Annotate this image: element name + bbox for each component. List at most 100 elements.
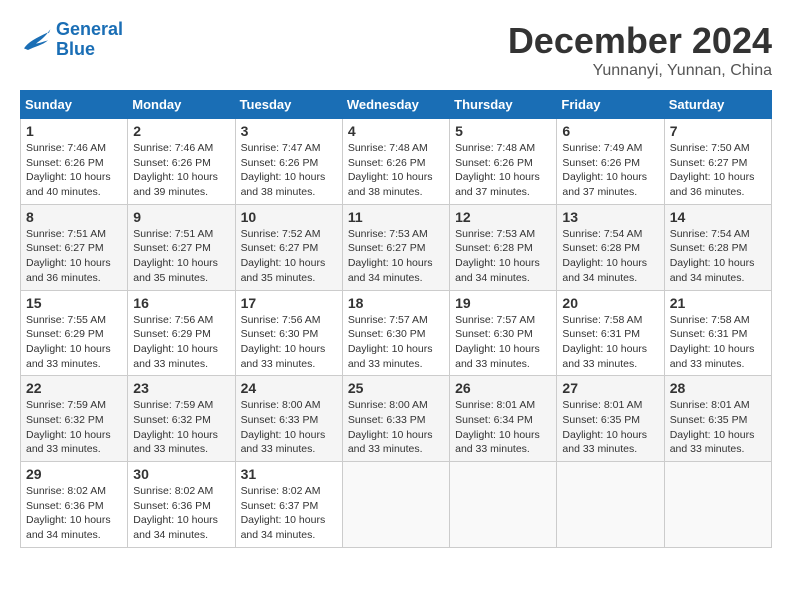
day-number: 1 <box>26 123 122 139</box>
month-title: December 2024 <box>508 20 772 62</box>
day-number: 31 <box>241 466 337 482</box>
day-info: Sunrise: 7:54 AM Sunset: 6:28 PM Dayligh… <box>670 227 766 286</box>
day-info: Sunrise: 7:56 AM Sunset: 6:29 PM Dayligh… <box>133 313 229 372</box>
day-number: 6 <box>562 123 658 139</box>
day-info: Sunrise: 7:48 AM Sunset: 6:26 PM Dayligh… <box>455 141 551 200</box>
calendar-cell: 9 Sunrise: 7:51 AM Sunset: 6:27 PM Dayli… <box>128 204 235 290</box>
day-number: 13 <box>562 209 658 225</box>
title-section: December 2024 Yunnanyi, Yunnan, China <box>508 20 772 80</box>
logo-general: General <box>56 19 123 39</box>
calendar-cell: 17 Sunrise: 7:56 AM Sunset: 6:30 PM Dayl… <box>235 290 342 376</box>
calendar-cell: 8 Sunrise: 7:51 AM Sunset: 6:27 PM Dayli… <box>21 204 128 290</box>
calendar-cell: 2 Sunrise: 7:46 AM Sunset: 6:26 PM Dayli… <box>128 119 235 205</box>
day-number: 19 <box>455 295 551 311</box>
day-info: Sunrise: 8:01 AM Sunset: 6:34 PM Dayligh… <box>455 398 551 457</box>
calendar-cell: 18 Sunrise: 7:57 AM Sunset: 6:30 PM Dayl… <box>342 290 449 376</box>
calendar-cell: 16 Sunrise: 7:56 AM Sunset: 6:29 PM Dayl… <box>128 290 235 376</box>
calendar-cell: 1 Sunrise: 7:46 AM Sunset: 6:26 PM Dayli… <box>21 119 128 205</box>
day-number: 29 <box>26 466 122 482</box>
calendar-cell: 15 Sunrise: 7:55 AM Sunset: 6:29 PM Dayl… <box>21 290 128 376</box>
calendar-cell: 11 Sunrise: 7:53 AM Sunset: 6:27 PM Dayl… <box>342 204 449 290</box>
calendar-cell: 4 Sunrise: 7:48 AM Sunset: 6:26 PM Dayli… <box>342 119 449 205</box>
day-number: 9 <box>133 209 229 225</box>
calendar-cell: 5 Sunrise: 7:48 AM Sunset: 6:26 PM Dayli… <box>450 119 557 205</box>
day-header-friday: Friday <box>557 91 664 119</box>
calendar-cell <box>557 462 664 548</box>
day-info: Sunrise: 7:57 AM Sunset: 6:30 PM Dayligh… <box>455 313 551 372</box>
calendar-cell: 27 Sunrise: 8:01 AM Sunset: 6:35 PM Dayl… <box>557 376 664 462</box>
day-number: 23 <box>133 380 229 396</box>
day-number: 15 <box>26 295 122 311</box>
calendar-cell: 3 Sunrise: 7:47 AM Sunset: 6:26 PM Dayli… <box>235 119 342 205</box>
day-info: Sunrise: 7:47 AM Sunset: 6:26 PM Dayligh… <box>241 141 337 200</box>
day-number: 27 <box>562 380 658 396</box>
day-info: Sunrise: 8:02 AM Sunset: 6:36 PM Dayligh… <box>133 484 229 543</box>
day-number: 10 <box>241 209 337 225</box>
day-header-wednesday: Wednesday <box>342 91 449 119</box>
calendar-cell: 19 Sunrise: 7:57 AM Sunset: 6:30 PM Dayl… <box>450 290 557 376</box>
day-number: 22 <box>26 380 122 396</box>
logo: General Blue <box>20 20 123 60</box>
calendar-cell: 23 Sunrise: 7:59 AM Sunset: 6:32 PM Dayl… <box>128 376 235 462</box>
day-number: 30 <box>133 466 229 482</box>
logo-blue: Blue <box>56 39 95 59</box>
calendar-cell <box>664 462 771 548</box>
calendar-cell <box>450 462 557 548</box>
day-header-thursday: Thursday <box>450 91 557 119</box>
day-info: Sunrise: 7:55 AM Sunset: 6:29 PM Dayligh… <box>26 313 122 372</box>
day-number: 26 <box>455 380 551 396</box>
day-info: Sunrise: 8:02 AM Sunset: 6:36 PM Dayligh… <box>26 484 122 543</box>
day-info: Sunrise: 7:46 AM Sunset: 6:26 PM Dayligh… <box>133 141 229 200</box>
day-number: 28 <box>670 380 766 396</box>
day-info: Sunrise: 8:02 AM Sunset: 6:37 PM Dayligh… <box>241 484 337 543</box>
day-info: Sunrise: 8:00 AM Sunset: 6:33 PM Dayligh… <box>348 398 444 457</box>
day-header-saturday: Saturday <box>664 91 771 119</box>
calendar-cell: 12 Sunrise: 7:53 AM Sunset: 6:28 PM Dayl… <box>450 204 557 290</box>
day-header-sunday: Sunday <box>21 91 128 119</box>
calendar-cell: 10 Sunrise: 7:52 AM Sunset: 6:27 PM Dayl… <box>235 204 342 290</box>
day-number: 25 <box>348 380 444 396</box>
day-number: 8 <box>26 209 122 225</box>
day-number: 24 <box>241 380 337 396</box>
calendar-cell: 30 Sunrise: 8:02 AM Sunset: 6:36 PM Dayl… <box>128 462 235 548</box>
day-number: 17 <box>241 295 337 311</box>
calendar-cell: 26 Sunrise: 8:01 AM Sunset: 6:34 PM Dayl… <box>450 376 557 462</box>
day-number: 2 <box>133 123 229 139</box>
calendar-cell: 14 Sunrise: 7:54 AM Sunset: 6:28 PM Dayl… <box>664 204 771 290</box>
calendar-cell: 20 Sunrise: 7:58 AM Sunset: 6:31 PM Dayl… <box>557 290 664 376</box>
calendar-cell: 21 Sunrise: 7:58 AM Sunset: 6:31 PM Dayl… <box>664 290 771 376</box>
day-info: Sunrise: 7:53 AM Sunset: 6:27 PM Dayligh… <box>348 227 444 286</box>
calendar-cell <box>342 462 449 548</box>
day-info: Sunrise: 7:51 AM Sunset: 6:27 PM Dayligh… <box>26 227 122 286</box>
day-info: Sunrise: 7:52 AM Sunset: 6:27 PM Dayligh… <box>241 227 337 286</box>
day-info: Sunrise: 7:57 AM Sunset: 6:30 PM Dayligh… <box>348 313 444 372</box>
day-number: 20 <box>562 295 658 311</box>
day-info: Sunrise: 7:59 AM Sunset: 6:32 PM Dayligh… <box>26 398 122 457</box>
calendar-cell: 24 Sunrise: 8:00 AM Sunset: 6:33 PM Dayl… <box>235 376 342 462</box>
day-number: 4 <box>348 123 444 139</box>
day-header-tuesday: Tuesday <box>235 91 342 119</box>
day-info: Sunrise: 7:53 AM Sunset: 6:28 PM Dayligh… <box>455 227 551 286</box>
day-info: Sunrise: 7:54 AM Sunset: 6:28 PM Dayligh… <box>562 227 658 286</box>
calendar-cell: 25 Sunrise: 8:00 AM Sunset: 6:33 PM Dayl… <box>342 376 449 462</box>
day-number: 21 <box>670 295 766 311</box>
calendar-cell: 29 Sunrise: 8:02 AM Sunset: 6:36 PM Dayl… <box>21 462 128 548</box>
calendar-cell: 7 Sunrise: 7:50 AM Sunset: 6:27 PM Dayli… <box>664 119 771 205</box>
logo-icon <box>20 26 52 54</box>
calendar-table: SundayMondayTuesdayWednesdayThursdayFrid… <box>20 90 772 548</box>
day-info: Sunrise: 8:01 AM Sunset: 6:35 PM Dayligh… <box>562 398 658 457</box>
day-info: Sunrise: 7:49 AM Sunset: 6:26 PM Dayligh… <box>562 141 658 200</box>
calendar-cell: 28 Sunrise: 8:01 AM Sunset: 6:35 PM Dayl… <box>664 376 771 462</box>
day-number: 18 <box>348 295 444 311</box>
location: Yunnanyi, Yunnan, China <box>508 62 772 80</box>
day-info: Sunrise: 7:48 AM Sunset: 6:26 PM Dayligh… <box>348 141 444 200</box>
day-info: Sunrise: 7:50 AM Sunset: 6:27 PM Dayligh… <box>670 141 766 200</box>
day-number: 7 <box>670 123 766 139</box>
day-info: Sunrise: 7:58 AM Sunset: 6:31 PM Dayligh… <box>670 313 766 372</box>
day-number: 11 <box>348 209 444 225</box>
day-info: Sunrise: 7:58 AM Sunset: 6:31 PM Dayligh… <box>562 313 658 372</box>
calendar-cell: 13 Sunrise: 7:54 AM Sunset: 6:28 PM Dayl… <box>557 204 664 290</box>
calendar-cell: 31 Sunrise: 8:02 AM Sunset: 6:37 PM Dayl… <box>235 462 342 548</box>
day-info: Sunrise: 7:59 AM Sunset: 6:32 PM Dayligh… <box>133 398 229 457</box>
calendar-cell: 6 Sunrise: 7:49 AM Sunset: 6:26 PM Dayli… <box>557 119 664 205</box>
